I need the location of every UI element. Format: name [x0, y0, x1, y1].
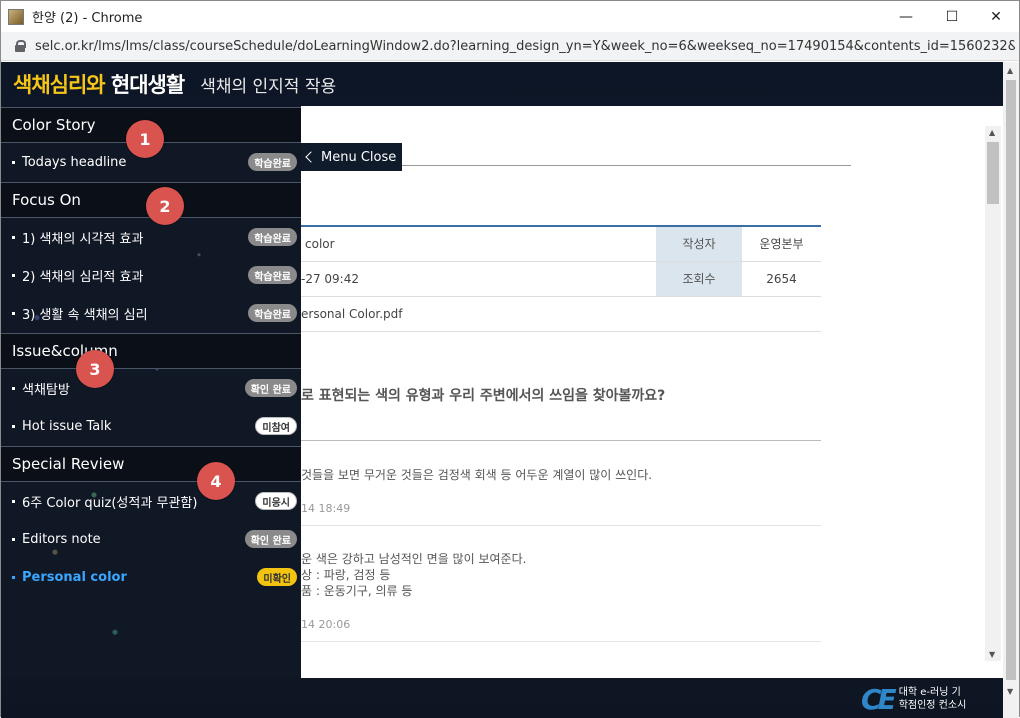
comment-date: 14 20:06 [301, 618, 351, 631]
attachment-link[interactable]: ersonal Color.pdf [301, 296, 821, 332]
status-badge: 학습완료 [248, 228, 297, 246]
page-scrollbar[interactable]: ▲ ▼ [1003, 62, 1019, 718]
page-title: 색채의 인지적 작용 [200, 76, 337, 97]
title-bar: 한양 (2) - Chrome — ☐ ✕ [1, 1, 1019, 32]
footer-logo: CE 대학 e-러닝 기 학점인정 컨소시 [861, 680, 1003, 718]
table-row: ersonal Color.pdf [301, 296, 821, 332]
status-badge: 학습완료 [248, 266, 297, 284]
section-header-special-review: Special Review [1, 446, 301, 482]
status-badge: 학습완료 [248, 304, 297, 322]
maximize-button[interactable]: ☐ [929, 1, 975, 32]
sidebar-item-label: Hot issue Talk [22, 418, 112, 434]
section-header-issue-column: Issue&column [1, 333, 301, 369]
bullet-icon [12, 235, 15, 239]
sidebar-item-psychological-effect[interactable]: 2) 색채의 심리적 효과 학습완료 [1, 261, 301, 289]
bullet-icon [12, 311, 15, 315]
bullet-icon [12, 499, 15, 503]
close-button[interactable]: ✕ [973, 1, 1019, 32]
bullet-icon [12, 537, 15, 541]
post-title-fragment: color [301, 226, 656, 262]
divider [301, 641, 821, 642]
scroll-down-icon[interactable]: ▼ [1007, 687, 1013, 696]
consortium-logo: CE [861, 682, 897, 716]
scroll-up-icon[interactable]: ▲ [1007, 66, 1013, 75]
divider [301, 440, 821, 441]
bullet-icon [12, 273, 15, 277]
sidebar-item-label: 1) 색채의 시각적 효과 [22, 231, 144, 247]
url-text[interactable]: selc.or.kr/lms/lms/class/courseSchedule/… [35, 39, 1015, 54]
step-number-badge: 3 [76, 350, 114, 388]
section-title: Color Story [12, 116, 96, 134]
sidebar-item-label: Personal color [22, 569, 127, 585]
lock-icon[interactable] [15, 40, 26, 52]
sidebar-item-hot-issue-talk[interactable]: Hot issue Talk 미참여 [1, 412, 301, 440]
table-row: -27 09:42 조회수 2654 [301, 261, 821, 297]
menu-close-button[interactable]: Menu Close [301, 143, 402, 171]
browser-window: 한양 (2) - Chrome — ☐ ✕ selc.or.kr/lms/lms… [0, 0, 1020, 718]
post-info-table: color 작성자 운영본부 -27 09:42 조회수 2654 ersona… [301, 225, 821, 332]
post-question: 로 표현되는 색의 유형과 우리 주변에서의 쓰임을 찾아볼까요? [301, 388, 666, 404]
sidebar-item-personal-color[interactable]: Personal color 미확인 [1, 563, 301, 591]
step-number-badge: 2 [146, 187, 184, 225]
content-scrollbar-thumb[interactable] [987, 142, 999, 204]
comment-text: 것들을 보면 무거운 것들은 검정색 회색 등 어두운 계열이 많이 쓰인다. [301, 468, 653, 482]
section-title: Special Review [12, 455, 125, 473]
footer-line1: 대학 e-러닝 기 [898, 687, 961, 698]
favicon-icon [8, 8, 24, 25]
comment-date: 14 18:49 [301, 502, 351, 515]
comment-line: 품 : 운동기구, 의류 등 [301, 584, 413, 598]
bullet-icon [12, 424, 15, 428]
footer-text: 대학 e-러닝 기 학점인정 컨소시 [899, 686, 967, 712]
chevron-left-icon [305, 151, 317, 163]
scroll-down-icon[interactable]: ▼ [989, 650, 995, 659]
sidebar-item-color-exploration[interactable]: 색채탐방 확인 완료 [1, 374, 301, 402]
sidebar-item-label: 3) 생활 속 색채의 심리 [22, 307, 148, 323]
bullet-icon [12, 386, 15, 390]
views-label: 조회수 [656, 261, 742, 297]
menu-close-label: Menu Close [321, 149, 397, 165]
minimize-button[interactable]: — [883, 1, 929, 32]
sidebar-item-label: Todays headline [22, 154, 127, 170]
status-badge: 미참여 [255, 417, 297, 435]
step-number-badge: 4 [197, 462, 235, 500]
status-badge: 학습완료 [248, 153, 297, 171]
page-viewport: 색채심리와 현대생활 색채의 인지적 작용 ▲ ▼ color 작성자 운영본부… [1, 62, 1019, 718]
status-badge: 확인 완료 [244, 379, 297, 397]
table-row: color 작성자 운영본부 [301, 226, 821, 262]
course-logo: 색채심리와 현대생활 [13, 69, 185, 99]
sidebar-item-editors-note[interactable]: Editors note 확인 완료 [1, 525, 301, 553]
logo-part2: 현대생활 [104, 73, 185, 97]
comment-line: 상 : 파랑, 검정 등 [301, 568, 391, 582]
author-value: 운영본부 [742, 226, 821, 262]
logo-part1: 색채심리와 [13, 73, 106, 97]
author-label: 작성자 [656, 226, 742, 262]
status-badge: 확인 완료 [244, 530, 297, 548]
views-value: 2654 [742, 261, 821, 297]
bullet-icon [12, 160, 15, 164]
divider [301, 525, 821, 526]
status-badge: 미확인 [257, 568, 297, 586]
window-title: 한양 (2) - Chrome [32, 11, 143, 26]
sidebar-item-label: Editors note [22, 531, 101, 547]
status-badge: 미응시 [255, 492, 297, 510]
post-date: -27 09:42 [301, 261, 656, 297]
content-scrollbar[interactable]: ▲ ▼ [985, 126, 1001, 661]
address-bar[interactable]: selc.or.kr/lms/lms/class/courseSchedule/… [1, 32, 1019, 61]
scroll-up-icon[interactable]: ▲ [989, 128, 995, 137]
sidebar-menu: Color Story Todays headline 학습완료 Focus O… [1, 106, 301, 678]
sidebar-item-label: 2) 색채의 심리적 효과 [22, 269, 144, 285]
comment-line: 운 색은 강하고 남성적인 면을 많이 보여준다. [301, 552, 527, 566]
sidebar-item-color-quiz[interactable]: 6주 Color quiz(성적과 무관함) 미응시 [1, 487, 301, 515]
sidebar-item-label: 색채탐방 [22, 382, 70, 398]
page-scrollbar-thumb[interactable] [1006, 80, 1016, 680]
step-number-badge: 1 [126, 120, 164, 158]
sidebar-item-visual-effect[interactable]: 1) 색채의 시각적 효과 학습완료 [1, 223, 301, 251]
course-header: 색채심리와 현대생활 색채의 인지적 작용 [1, 62, 1003, 106]
bullet-icon [12, 575, 15, 579]
section-title: Focus On [12, 191, 81, 209]
footer-line2: 학점인정 컨소시 [898, 700, 967, 711]
sidebar-item-color-in-life[interactable]: 3) 생활 속 색채의 심리 학습완료 [1, 299, 301, 327]
sidebar-item-label: 6주 Color quiz(성적과 무관함) [22, 495, 198, 511]
